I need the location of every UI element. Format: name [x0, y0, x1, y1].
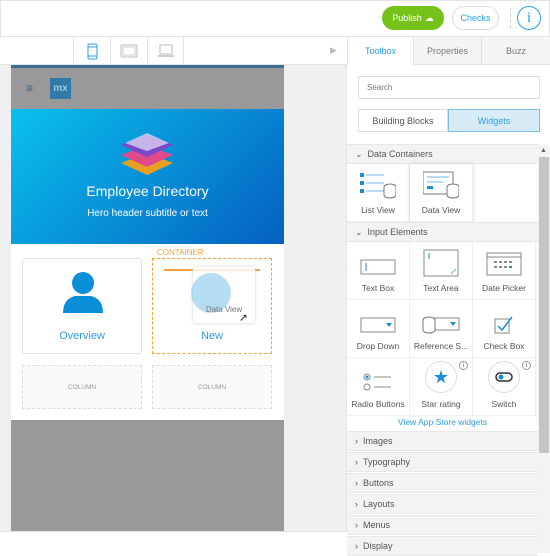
input-elements-grid: Text Box Text Area Date Picker Drop Down…: [347, 242, 538, 416]
widget-reference-selector[interactable]: Reference S...: [410, 300, 473, 358]
list-view-icon: [360, 173, 396, 199]
info-icon[interactable]: i: [459, 361, 468, 370]
tablet-device-icon[interactable]: [110, 37, 147, 65]
drag-ghost: Data View ➚: [191, 267, 255, 324]
scrollbar[interactable]: ▲: [538, 145, 550, 553]
chevron-right-icon: ›: [355, 499, 358, 509]
info-icon[interactable]: i: [522, 361, 531, 370]
app-header: ≡ mx: [11, 68, 284, 109]
widget-text-box[interactable]: Text Box: [347, 242, 410, 300]
section-images[interactable]: › Images: [347, 431, 538, 451]
widget-check-box[interactable]: Check Box: [473, 300, 536, 358]
data-view-icon: [423, 171, 459, 199]
widget-list-view[interactable]: List View: [347, 164, 410, 222]
desktop-device-icon[interactable]: [147, 37, 184, 65]
publish-button[interactable]: Publish ☁: [382, 6, 444, 30]
widget-star-rating[interactable]: i ★ Star rating: [410, 358, 473, 416]
scrollbar-thumb[interactable]: [539, 157, 549, 453]
dropdown-icon: [360, 317, 396, 333]
widget-switch[interactable]: i Switch: [473, 358, 536, 416]
chevron-right-icon: ›: [355, 541, 358, 551]
hamburger-icon[interactable]: ≡: [26, 81, 33, 95]
widget-radio-buttons[interactable]: Radio Buttons: [347, 358, 410, 416]
hero-subtitle: Hero header subtitle or text: [87, 208, 208, 219]
hero-header: Employee Directory Hero header subtitle …: [11, 109, 284, 244]
chevron-right-icon: ›: [355, 478, 358, 488]
checks-button[interactable]: Checks: [452, 6, 499, 30]
tab-buzz[interactable]: Buzz: [481, 37, 550, 65]
widget-drop-down[interactable]: Drop Down: [347, 300, 410, 358]
widget-text-area[interactable]: Text Area: [410, 242, 473, 300]
column-placeholder[interactable]: COLUMN: [22, 365, 142, 409]
tab-toolbox[interactable]: Toolbox: [347, 37, 413, 65]
chevron-right-icon: ›: [355, 436, 358, 446]
hero-title: Employee Directory: [86, 183, 209, 199]
reference-selector-icon: [422, 316, 460, 334]
tab-widgets[interactable]: Widgets: [448, 109, 540, 132]
radio-buttons-icon: [363, 373, 391, 391]
widget-date-picker[interactable]: Date Picker: [473, 242, 536, 300]
user-icon: [63, 272, 103, 313]
phone-device-icon[interactable]: [73, 37, 110, 65]
section-input-elements[interactable]: ⌄ Input Elements: [347, 222, 538, 242]
switch-icon: [488, 361, 520, 393]
cursor-icon: ➚: [239, 312, 249, 324]
page-content: Overview CONTAINER New Data View ➚ COLUM…: [11, 244, 284, 420]
tab-properties[interactable]: Properties: [413, 37, 481, 65]
data-containers-grid: List View Data View: [347, 164, 473, 222]
cloud-upload-icon: ☁: [424, 12, 434, 23]
column-placeholder[interactable]: COLUMN: [152, 365, 272, 409]
chevron-down-icon: ⌄: [355, 226, 363, 237]
section-typography[interactable]: › Typography: [347, 452, 538, 472]
calendar-icon: [486, 252, 522, 276]
info-icon[interactable]: i: [517, 6, 541, 30]
container-label: CONTAINER: [157, 248, 204, 257]
section-display[interactable]: › Display: [347, 536, 538, 556]
section-data-containers[interactable]: ⌄ Data Containers: [347, 144, 538, 164]
star-icon: ★: [425, 361, 457, 393]
overview-card[interactable]: Overview: [22, 258, 142, 354]
app-store-link[interactable]: View App Store widgets: [347, 417, 538, 427]
search-input[interactable]: [358, 76, 540, 99]
chevron-right-icon: ›: [355, 520, 358, 530]
collapse-arrow-icon[interactable]: ▶: [330, 45, 337, 56]
chevron-down-icon: ⌄: [355, 148, 363, 159]
section-buttons[interactable]: › Buttons: [347, 473, 538, 493]
tab-building-blocks[interactable]: Building Blocks: [358, 109, 448, 132]
text-box-icon: [360, 259, 396, 275]
chevron-right-icon: ›: [355, 457, 358, 467]
checkbox-icon: [494, 316, 513, 334]
section-layouts[interactable]: › Layouts: [347, 494, 538, 514]
section-menus[interactable]: › Menus: [347, 515, 538, 535]
mx-logo: mx: [50, 78, 71, 99]
text-area-icon: [423, 249, 459, 277]
widget-data-view[interactable]: Data View: [410, 164, 473, 222]
scroll-up-icon[interactable]: ▲: [540, 147, 547, 154]
new-card-container[interactable]: New Data View ➚: [152, 258, 272, 354]
divider: [510, 8, 511, 28]
stacked-layers-icon: [121, 133, 173, 175]
